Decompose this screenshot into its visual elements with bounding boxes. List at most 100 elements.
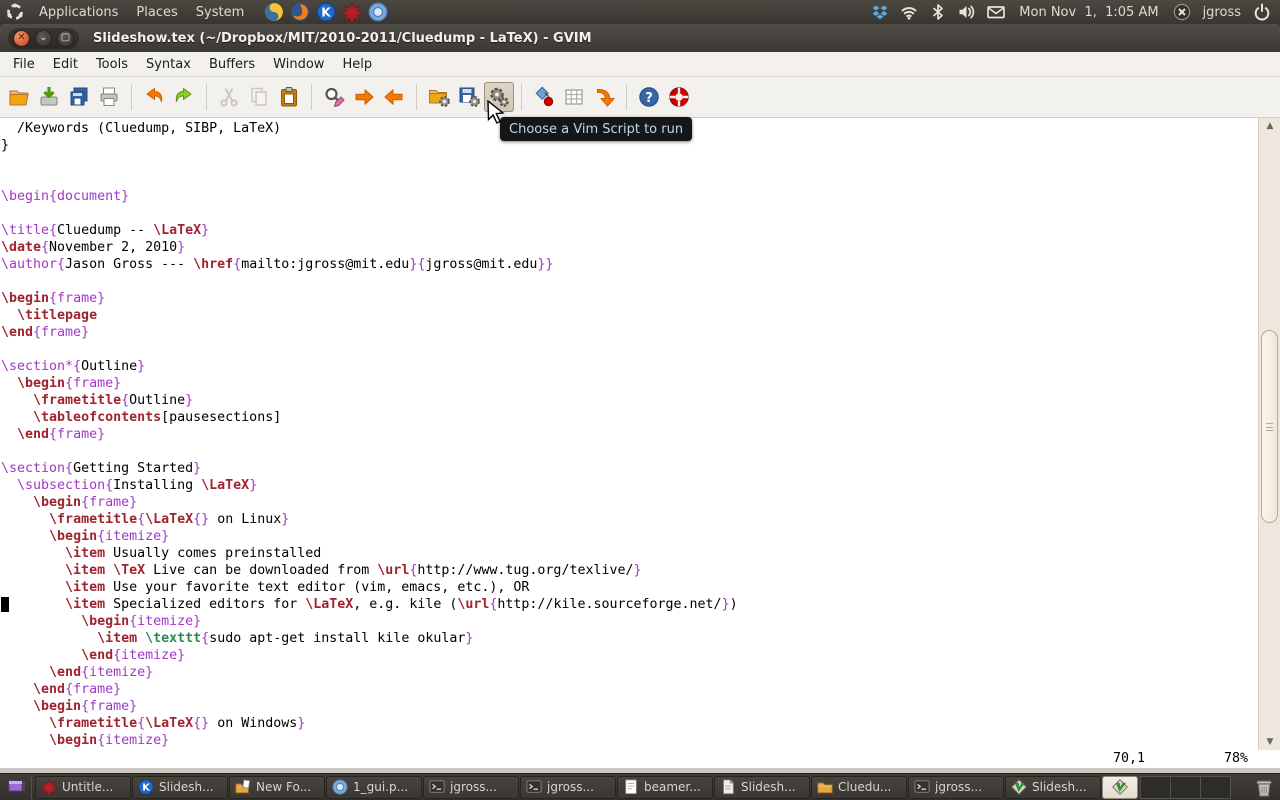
task-button-label: Slidesh...: [1032, 780, 1087, 794]
tooltip: Choose a Vim Script to run: [500, 117, 692, 141]
dropbox-icon[interactable]: [870, 3, 890, 22]
editor-line: \item Use your favorite text editor (vim…: [1, 579, 1258, 596]
editor-line: \item Specialized editors for \LaTeX, e.…: [1, 596, 1258, 613]
task-button-label: jgross...: [450, 780, 497, 794]
toolbar-save-all-button[interactable]: [64, 82, 94, 112]
menu-syntax[interactable]: Syntax: [137, 54, 200, 75]
editor-line: \end{itemize}: [1, 647, 1258, 664]
editor-line: \begin{frame}: [1, 494, 1258, 511]
editor-line: \frametitle{Outline}: [1, 392, 1258, 409]
menu-tools[interactable]: Tools: [87, 54, 137, 75]
vim-ruler: 70,1 78%: [0, 750, 1280, 768]
toolbar-separator: [206, 84, 207, 110]
launcher-kcircle-icon[interactable]: K: [315, 1, 337, 23]
toolbar-jump-tag-button[interactable]: [589, 82, 619, 112]
wifi-icon[interactable]: [899, 3, 919, 22]
panel-menu-system[interactable]: System: [187, 3, 253, 22]
editor-line: \item \TeX Live can be downloaded from \…: [1, 562, 1258, 579]
close-button[interactable]: ✕: [13, 30, 30, 47]
window-list-applet-icon[interactable]: [2, 776, 32, 799]
menu-help[interactable]: Help: [333, 54, 381, 75]
toolbar-separator: [521, 84, 522, 110]
editor-line: \begin{itemize}: [1, 732, 1258, 749]
trash-icon[interactable]: [1248, 777, 1278, 797]
task-button-untitle[interactable]: Untitle...: [35, 776, 131, 799]
workspace-3[interactable]: [1200, 776, 1231, 799]
user-menu[interactable]: jgross: [1201, 5, 1243, 20]
cursor-position: 70,1: [1113, 751, 1145, 766]
editor-line: \begin{frame}: [1, 698, 1258, 715]
task-button-vim-active[interactable]: [1102, 776, 1138, 799]
workspace-2[interactable]: [1170, 776, 1201, 799]
toolbar-copy-button[interactable]: [244, 82, 274, 112]
toolbar-separator: [311, 84, 312, 110]
launcher-globe-icon[interactable]: [367, 1, 389, 23]
clock[interactable]: Mon Nov 1, 1:05 AM: [1015, 5, 1162, 20]
toolbar-print-button[interactable]: [94, 82, 124, 112]
scroll-down-arrow-icon[interactable]: ▼: [1259, 734, 1280, 750]
maximize-button[interactable]: ▢: [57, 30, 74, 47]
toolbar-save-session-button[interactable]: [454, 82, 484, 112]
task-button-label: 1_gui.p...: [353, 780, 408, 794]
menu-window[interactable]: Window: [264, 54, 333, 75]
task-button-slidesh[interactable]: Slidesh...: [1005, 776, 1101, 799]
toolbar-help-button[interactable]: ?: [634, 82, 664, 112]
task-button-slidesh[interactable]: KSlidesh...: [132, 776, 228, 799]
panel-menu-places[interactable]: Places: [127, 3, 186, 22]
workspace-1[interactable]: [1140, 776, 1171, 799]
task-button-label: Untitle...: [62, 780, 113, 794]
toolbar-find-next-button[interactable]: [349, 82, 379, 112]
bluetooth-icon[interactable]: [928, 3, 948, 22]
task-button-jgross[interactable]: jgross...: [520, 776, 616, 799]
toolbar-find-help-button[interactable]: [664, 82, 694, 112]
globe-icon: [332, 779, 348, 795]
scroll-up-arrow-icon[interactable]: ▲: [1259, 118, 1280, 134]
task-button-jgross[interactable]: jgross...: [423, 776, 519, 799]
minimize-button[interactable]: ⌄: [35, 30, 52, 47]
text-editor-area[interactable]: /Keywords (Cluedump, SIBP, LaTeX)} \begi…: [0, 118, 1258, 750]
volume-icon[interactable]: [957, 3, 977, 22]
task-button-jgross[interactable]: jgross...: [908, 776, 1004, 799]
editor-line: [1, 341, 1258, 358]
task-button-cluedu[interactable]: Cluedu...: [811, 776, 907, 799]
editor-line: \end{itemize}: [1, 664, 1258, 681]
mail-icon[interactable]: [986, 3, 1006, 22]
panel-menu-applications[interactable]: Applications: [30, 3, 127, 22]
editor-line: \end{frame}: [1, 324, 1258, 341]
folder-icon: [817, 779, 833, 795]
power-icon[interactable]: [1252, 3, 1272, 22]
launcher-firefox-icon[interactable]: [289, 1, 311, 23]
toolbar-save-button[interactable]: [34, 82, 64, 112]
launcher-python-icon[interactable]: [263, 1, 285, 23]
task-button-newfo[interactable]: New Fo...: [229, 776, 325, 799]
ubuntu-logo-icon[interactable]: [4, 1, 26, 23]
menu-file[interactable]: File: [4, 54, 44, 75]
toolbar-undo-button[interactable]: [139, 82, 169, 112]
editor-line: \begin{frame}: [1, 375, 1258, 392]
user-status-icon[interactable]: [1172, 3, 1192, 22]
menu-edit[interactable]: Edit: [44, 54, 87, 75]
kcircle-icon: K: [138, 779, 154, 795]
task-button-slidesh[interactable]: Slidesh...: [714, 776, 810, 799]
toolbar-redo-button[interactable]: [169, 82, 199, 112]
vertical-scrollbar[interactable]: ▲ ▼: [1258, 118, 1280, 750]
launcher-starburst-icon[interactable]: [341, 1, 363, 23]
toolbar-paste-button[interactable]: [274, 82, 304, 112]
toolbar-make-button[interactable]: [529, 82, 559, 112]
scrollbar-thumb[interactable]: [1261, 330, 1278, 523]
toolbar-open-button[interactable]: [4, 82, 34, 112]
toolbar-cut-button[interactable]: [214, 82, 244, 112]
task-button-beamer[interactable]: beamer...: [617, 776, 713, 799]
menu-buffers[interactable]: Buffers: [200, 54, 264, 75]
task-button-1guip[interactable]: 1_gui.p...: [326, 776, 422, 799]
doc-icon: [720, 779, 736, 795]
toolbar-load-session-button[interactable]: [424, 82, 454, 112]
toolbar-separator: [416, 84, 417, 110]
toolbar-find-prev-button[interactable]: [379, 82, 409, 112]
editor-line: \section*{Outline}: [1, 358, 1258, 375]
panel-menus: ApplicationsPlacesSystem: [30, 5, 253, 20]
editor-line: \section{Getting Started}: [1, 460, 1258, 477]
toolbar-build-tags-button[interactable]: [559, 82, 589, 112]
titlebar[interactable]: ✕ ⌄ ▢ Slideshow.tex (~/Dropbox/MIT/2010-…: [0, 24, 1280, 52]
toolbar-find-replace-button[interactable]: [319, 82, 349, 112]
